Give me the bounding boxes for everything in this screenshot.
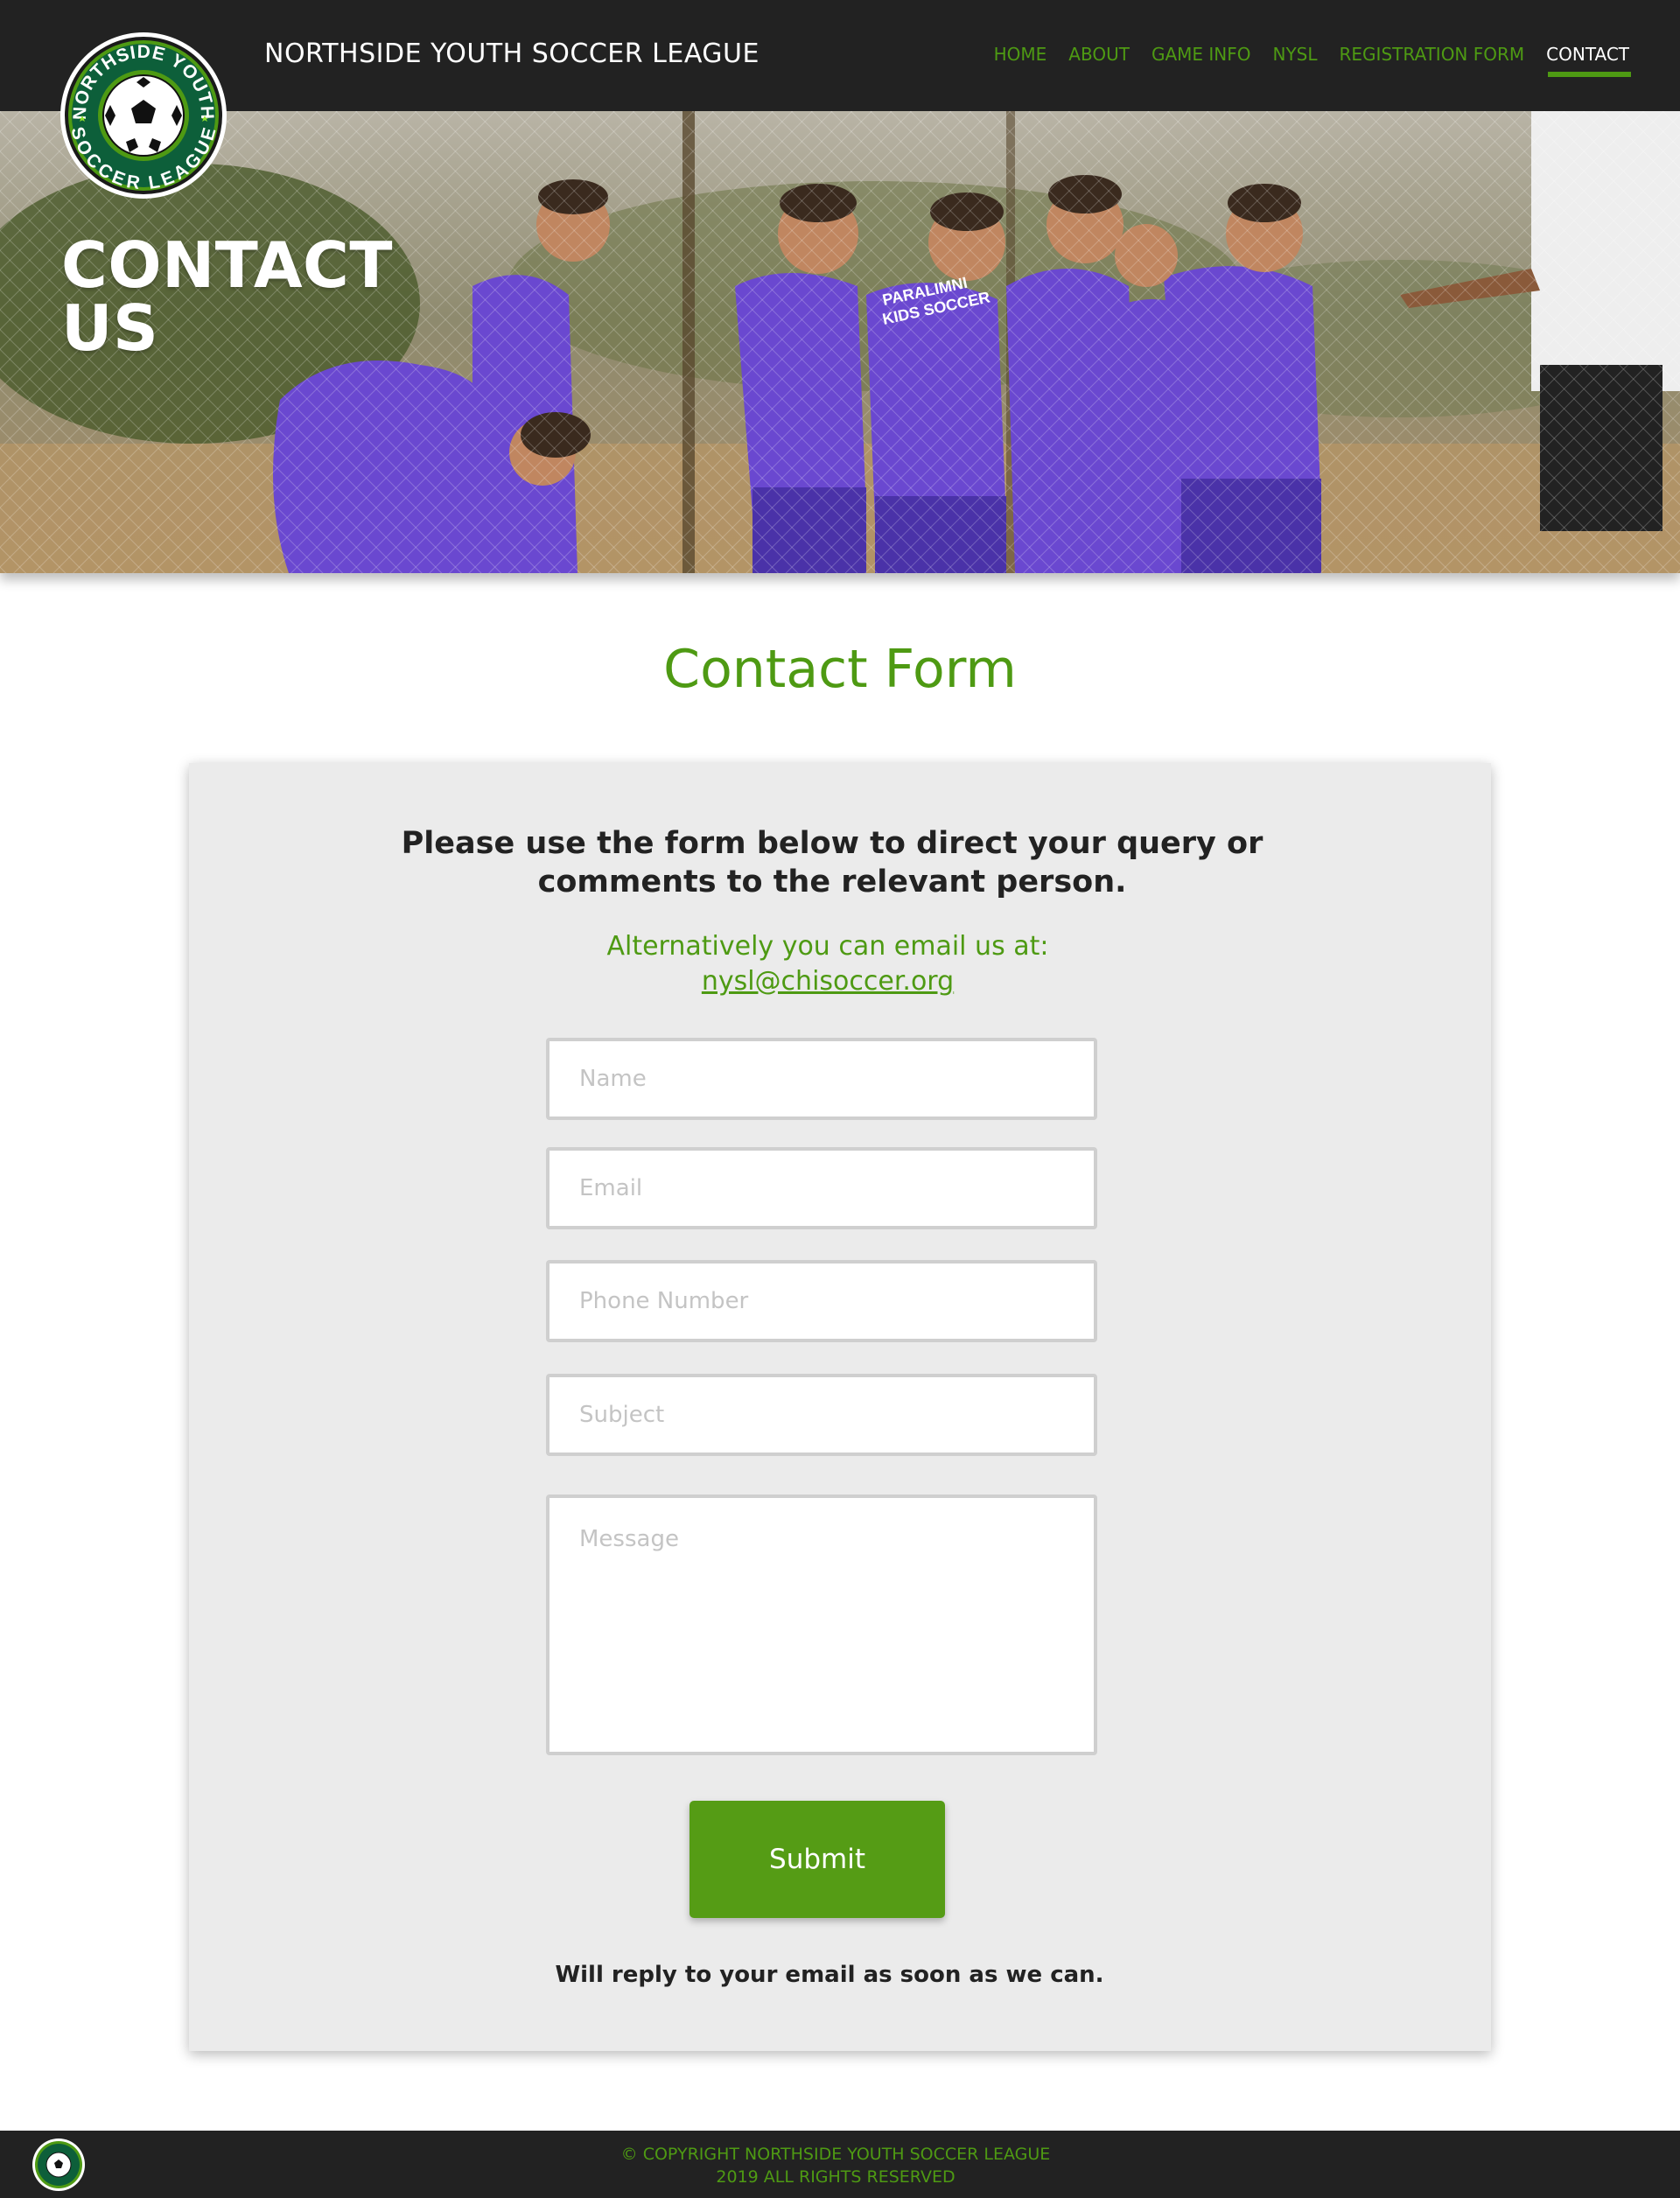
main-nav: HOME ABOUT GAME INFO NYSL REGISTRATION F… bbox=[972, 44, 1631, 77]
nav-item-nysl[interactable]: NYSL bbox=[1273, 44, 1318, 65]
nav-item-contact[interactable]: CONTACT bbox=[1546, 44, 1631, 77]
subject-field[interactable] bbox=[546, 1374, 1097, 1456]
nav-item-about[interactable]: ABOUT bbox=[1068, 44, 1130, 65]
alternative-email-text: Alternatively you can email us at: bbox=[606, 931, 1049, 962]
site-title[interactable]: NORTHSIDE YOUTH SOCCER LEAGUE bbox=[264, 38, 760, 69]
nav-item-home[interactable]: HOME bbox=[994, 44, 1047, 65]
contact-form-card: Please use the form below to direct your… bbox=[189, 763, 1491, 2051]
league-logo-graphic: NORTHSIDE YOUTH SOCCER LEAGUE bbox=[60, 32, 227, 199]
site-footer: © COPYRIGHT NORTHSIDE YOUTH SOCCER LEAGU… bbox=[0, 2131, 1680, 2198]
form-intro-line2: comments to the relevant person. bbox=[537, 864, 1127, 900]
nav-item-registration-form[interactable]: REGISTRATION FORM bbox=[1340, 44, 1525, 65]
email-field[interactable] bbox=[546, 1147, 1097, 1229]
copyright-line2: 2019 ALL RIGHTS RESERVED bbox=[716, 2167, 956, 2187]
copyright: © COPYRIGHT NORTHSIDE YOUTH SOCCER LEAGU… bbox=[0, 2143, 1671, 2188]
hero-banner: PARALIMNI KIDS SOCCER CONTACT US bbox=[0, 111, 1680, 573]
reply-note: Will reply to your email as soon as we c… bbox=[555, 1962, 1104, 1988]
form-intro-line1: Please use the form below to direct your… bbox=[401, 826, 1264, 861]
hero-title-line2: US bbox=[61, 291, 159, 365]
nav-item-game-info[interactable]: GAME INFO bbox=[1152, 44, 1251, 65]
alternative-email-note: Alternatively you can email us at: nysl@… bbox=[189, 929, 1466, 999]
phone-field[interactable] bbox=[546, 1260, 1097, 1342]
league-logo[interactable]: NORTHSIDE YOUTH SOCCER LEAGUE bbox=[60, 32, 228, 200]
submit-button[interactable]: Submit bbox=[690, 1801, 945, 1918]
form-intro: Please use the form below to direct your… bbox=[189, 824, 1475, 901]
site-header: NORTHSIDE YOUTH SOCCER LEAGUE HOME ABOUT… bbox=[0, 0, 1680, 111]
name-field[interactable] bbox=[546, 1038, 1097, 1120]
message-field[interactable] bbox=[546, 1494, 1097, 1755]
page-title: Contact Form bbox=[663, 639, 1017, 700]
hero-title: CONTACT US bbox=[61, 234, 393, 360]
email-link[interactable]: nysl@chisoccer.org bbox=[702, 966, 954, 997]
copyright-line1: © COPYRIGHT NORTHSIDE YOUTH SOCCER LEAGU… bbox=[620, 2145, 1051, 2164]
